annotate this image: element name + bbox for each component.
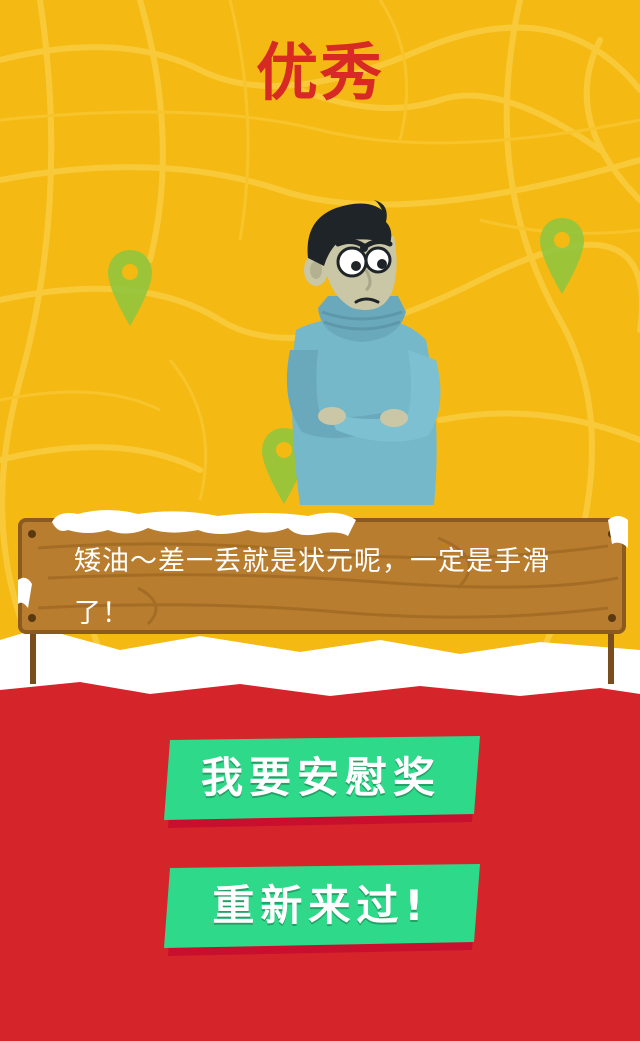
game-stage: 优秀 矮油～差一丢就是状元呢，一定是手滑了！ 我要安慰奖 重新来过! xyxy=(0,0,640,1041)
sign-message: 矮油～差一丢就是状元呢，一定是手滑了！ xyxy=(74,546,550,629)
consolation-prize-button[interactable]: 我要安慰奖 xyxy=(160,736,482,828)
consolation-prize-label: 我要安慰奖 xyxy=(200,753,441,802)
retry-label: 重新来过! xyxy=(212,881,430,930)
retry-button[interactable]: 重新来过! xyxy=(160,864,482,956)
